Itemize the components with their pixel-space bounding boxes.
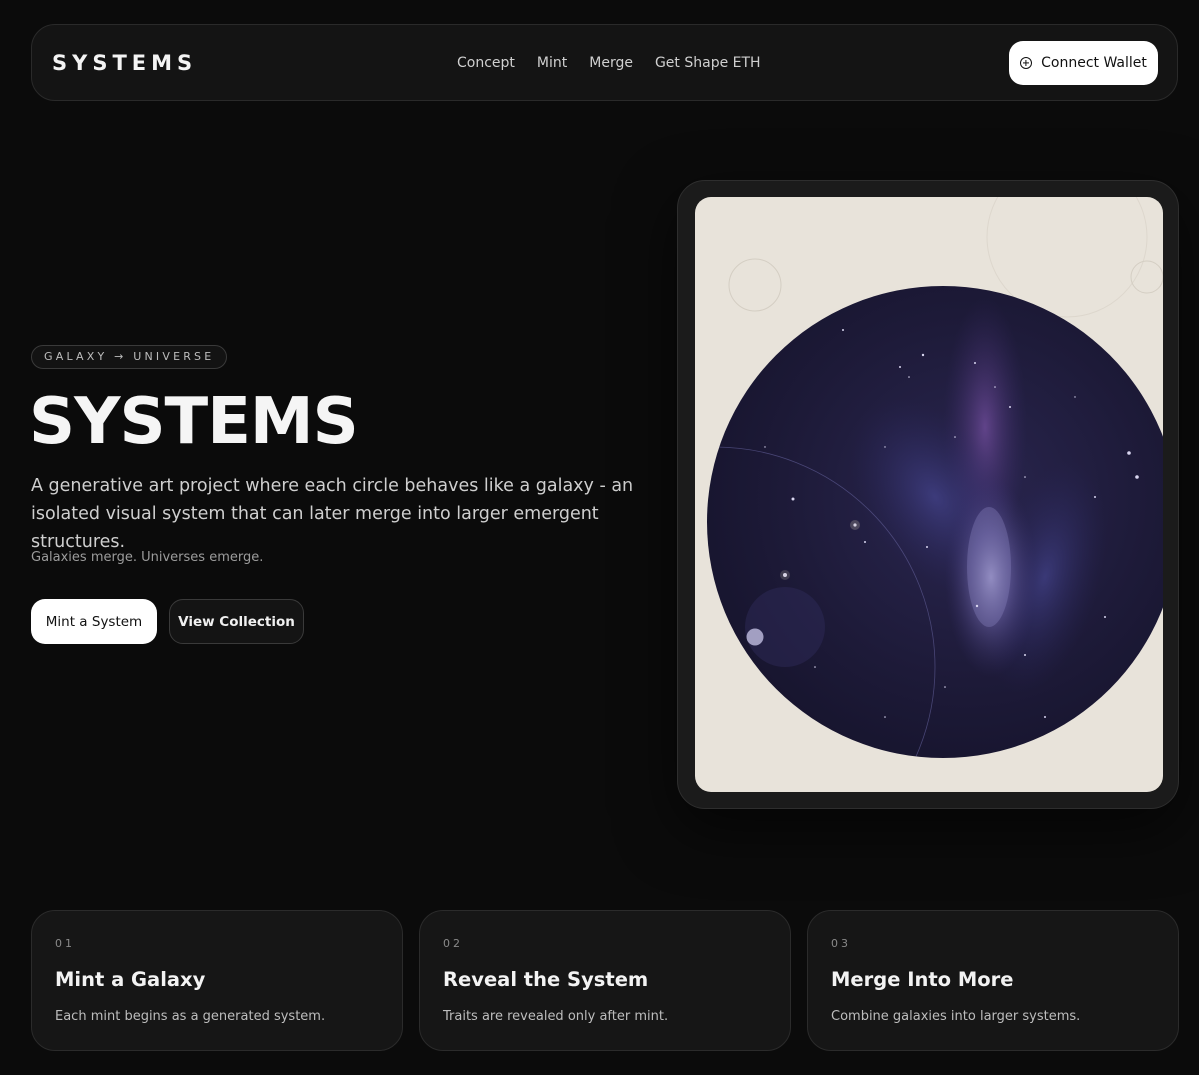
top-navbar: SYSTEMS Concept Mint Merge Get Shape ETH…: [31, 24, 1178, 101]
site-logo[interactable]: SYSTEMS: [52, 51, 197, 75]
feature-number: 02: [443, 937, 463, 950]
feature-description: Combine galaxies into larger systems.: [831, 1009, 1081, 1024]
feature-card-mint: 01 Mint a Galaxy Each mint begins as a g…: [31, 910, 403, 1051]
nav-link-concept[interactable]: Concept: [457, 55, 515, 71]
feature-title: Merge Into More: [831, 968, 1014, 991]
artwork-frame: [677, 180, 1179, 809]
view-collection-button[interactable]: View Collection: [169, 599, 304, 644]
plus-circle-icon: [1020, 57, 1033, 69]
galaxy-illustration: [707, 197, 1163, 758]
nav-links: Concept Mint Merge Get Shape ETH: [457, 55, 761, 71]
feature-description: Each mint begins as a generated system.: [55, 1009, 326, 1024]
hero-subtitle: Galaxies merge. Universes emerge.: [31, 550, 264, 565]
galaxy-artwork: [695, 197, 1163, 792]
feature-title: Reveal the System: [443, 968, 649, 991]
nav-link-mint[interactable]: Mint: [537, 55, 567, 71]
connect-wallet-label: Connect Wallet: [1041, 55, 1147, 71]
feature-card-merge: 03 Merge Into More Combine galaxies into…: [807, 910, 1179, 1051]
nav-link-merge[interactable]: Merge: [589, 55, 633, 71]
feature-title: Mint a Galaxy: [55, 968, 206, 991]
connect-wallet-button[interactable]: Connect Wallet: [1009, 41, 1158, 85]
hero-title: SYSTEMS: [29, 385, 359, 459]
nav-link-get-shape-eth[interactable]: Get Shape ETH: [655, 55, 761, 71]
hero-tag: GALAXY → UNIVERSE: [31, 345, 228, 369]
feature-card-reveal: 02 Reveal the System Traits are revealed…: [419, 910, 791, 1051]
feature-number: 03: [831, 937, 851, 950]
hero-description: A generative art project where each circ…: [31, 476, 634, 552]
feature-number: 01: [55, 937, 75, 950]
mint-system-button[interactable]: Mint a System: [31, 599, 157, 644]
feature-description: Traits are revealed only after mint.: [443, 1009, 669, 1024]
